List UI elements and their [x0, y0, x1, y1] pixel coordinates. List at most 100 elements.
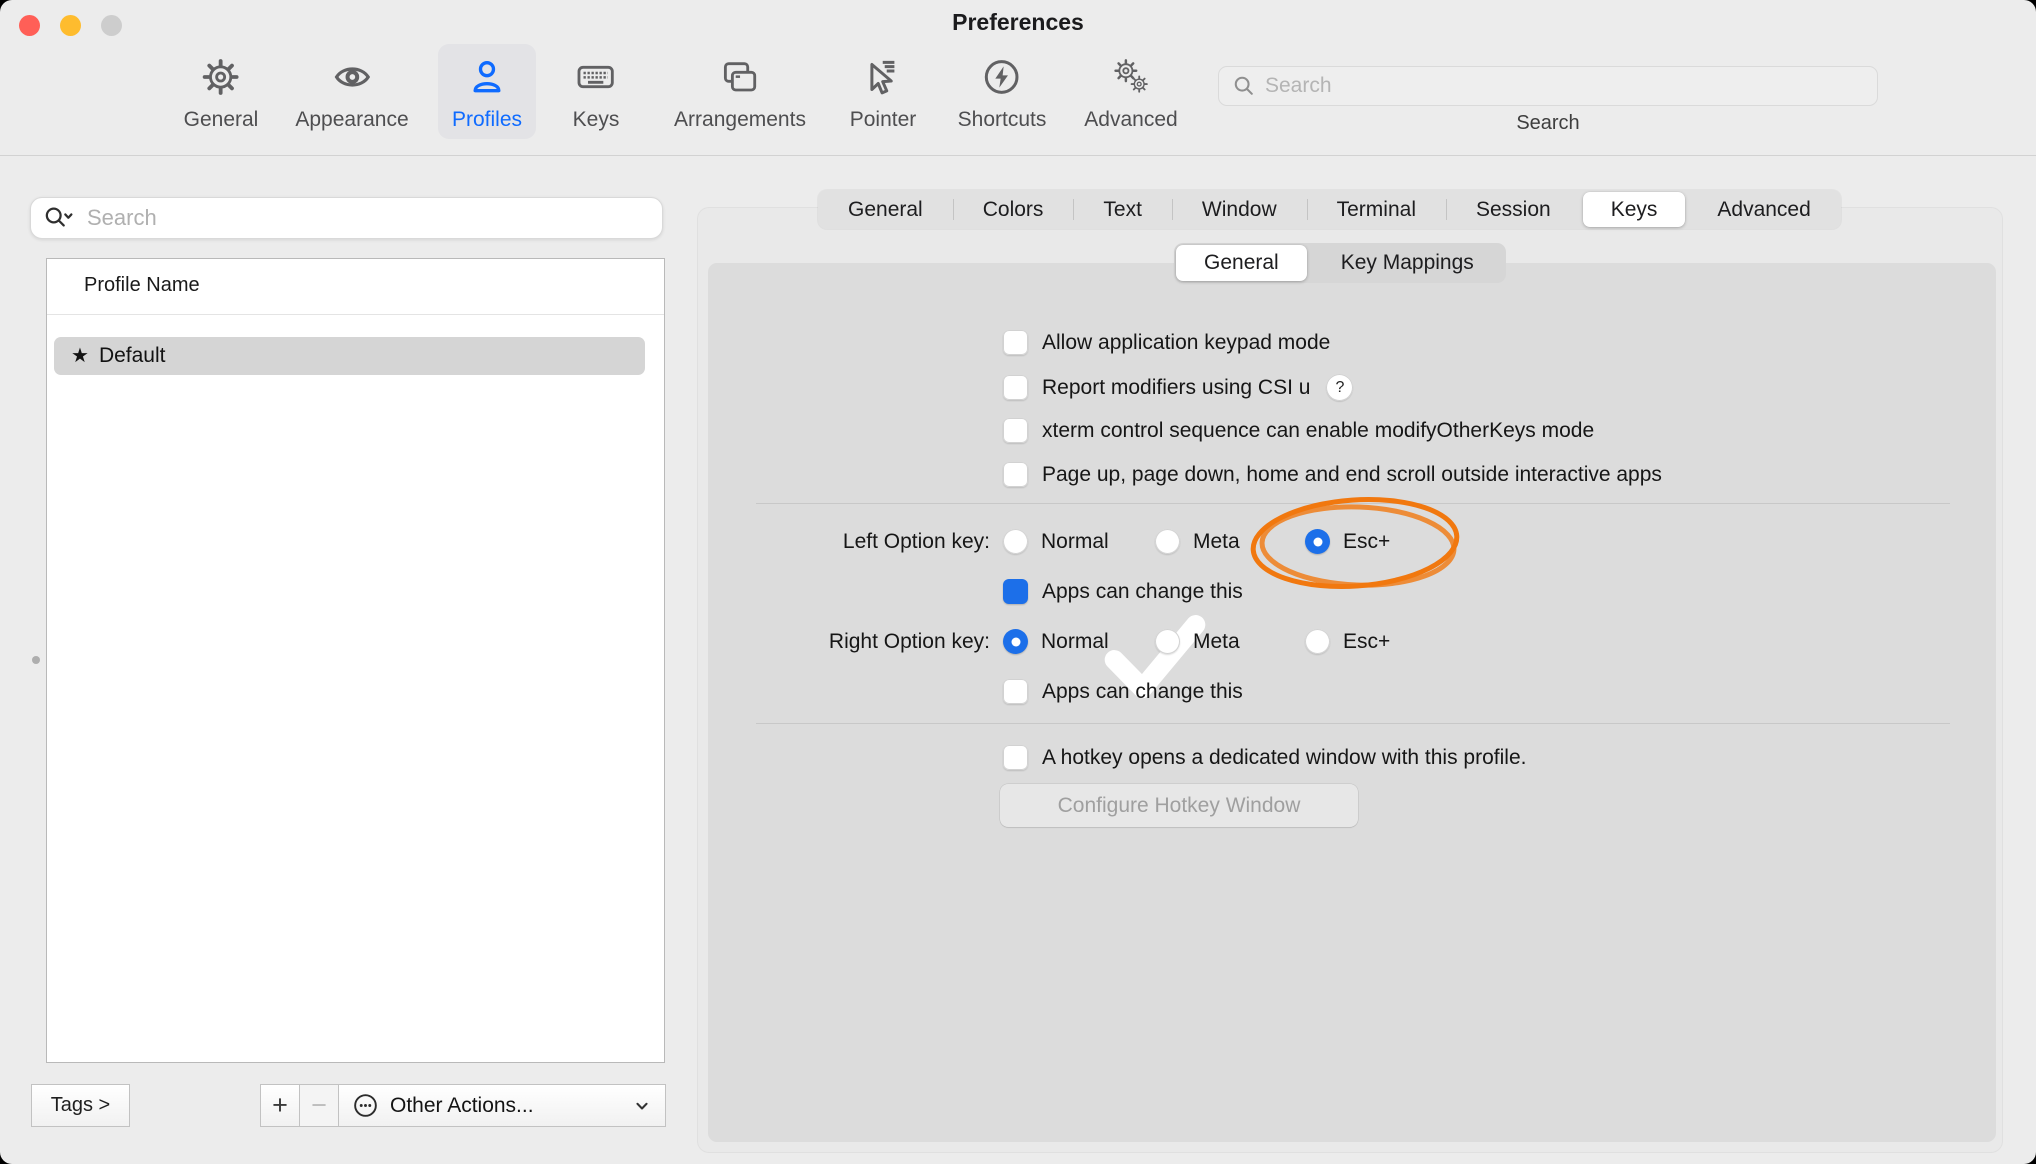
radio-left-option-key-meta[interactable]	[1155, 529, 1180, 554]
toolbar-search-input[interactable]	[1218, 66, 1878, 106]
section-divider	[756, 723, 1950, 724]
help-button[interactable]: ?	[1326, 374, 1353, 401]
toolbar-item-label: Shortcuts	[958, 109, 1047, 130]
radio-option: Normal	[1003, 529, 1109, 554]
toolbar-item-label: Keys	[573, 109, 620, 130]
radio-label: Normal	[1041, 630, 1109, 654]
radio-right-option-key-meta[interactable]	[1155, 629, 1180, 654]
default-star-icon: ★	[71, 346, 89, 366]
radio-label: Normal	[1041, 530, 1109, 554]
hotkey-checkbox-row: A hotkey opens a dedicated window with t…	[1003, 745, 1526, 770]
profile-list-header: Profile Name	[84, 274, 200, 297]
hotkey-checkbox[interactable]	[1003, 745, 1028, 770]
radio-label: Esc+	[1343, 530, 1390, 554]
apps-can-change-row: Apps can change this	[1003, 579, 1243, 604]
toolbar-item-arrangements[interactable]: Arrangements	[660, 44, 820, 139]
checkbox-label: Report modifiers using CSI u	[1042, 376, 1310, 400]
tab-terminal[interactable]: Terminal	[1307, 190, 1446, 229]
toolbar-item-label: Pointer	[850, 109, 917, 130]
radio-label: Meta	[1193, 630, 1240, 654]
toolbar-item-general[interactable]: General	[170, 44, 273, 139]
gears-icon	[1111, 57, 1151, 97]
tab-text[interactable]: Text	[1073, 190, 1172, 229]
tab-window[interactable]: Window	[1172, 190, 1307, 229]
checkbox-row: xterm control sequence can enable modify…	[1003, 418, 1594, 443]
profile-search-input[interactable]	[30, 197, 663, 239]
radio-left-option-key-esc[interactable]	[1305, 529, 1330, 554]
tab-advanced[interactable]: Advanced	[1687, 190, 1840, 229]
other-actions-label: Other Actions...	[390, 1094, 621, 1118]
radio-right-option-key-esc[interactable]	[1305, 629, 1330, 654]
checkbox-label: xterm control sequence can enable modify…	[1042, 419, 1594, 443]
radio-label: Meta	[1193, 530, 1240, 554]
remove-profile-button[interactable]: −	[299, 1084, 339, 1127]
radio-option: Esc+	[1305, 629, 1390, 654]
toolbar-divider	[0, 155, 2036, 156]
checkbox-page-up-page-down-home-and-end-scroll-outside-interactive-apps[interactable]	[1003, 462, 1028, 487]
toolbar-item-profiles[interactable]: Profiles	[438, 44, 536, 139]
search-scope-icon[interactable]	[43, 205, 75, 232]
toolbar-item-label: Appearance	[295, 109, 408, 130]
checkbox-label: A hotkey opens a dedicated window with t…	[1042, 746, 1526, 770]
toolbar-search	[1218, 66, 1878, 106]
ellipsis-circle-icon	[352, 1092, 379, 1119]
checkbox-row: Page up, page down, home and end scroll …	[1003, 462, 1662, 487]
option-row-label: Left Option key:	[690, 529, 990, 555]
search-icon	[1231, 73, 1257, 99]
person-icon	[467, 57, 507, 97]
other-actions-dropdown[interactable]: Other Actions...	[338, 1084, 666, 1127]
subtab-general[interactable]: General	[1176, 245, 1307, 281]
tab-session[interactable]: Session	[1446, 190, 1581, 229]
checkbox-left-option-key-apps-can-change[interactable]	[1003, 579, 1028, 604]
radio-option: Meta	[1155, 629, 1240, 654]
configure-hotkey-window-button[interactable]: Configure Hotkey Window	[1000, 784, 1358, 827]
add-profile-button[interactable]: +	[260, 1084, 300, 1127]
checkbox-report-modifiers-using-csi-u[interactable]	[1003, 375, 1028, 400]
checkbox-xterm-control-sequence-can-enable-modifyotherkeys-mode[interactable]	[1003, 418, 1028, 443]
header-divider	[47, 314, 664, 315]
toolbar-item-label: Advanced	[1084, 109, 1177, 130]
toolbar-item-label: Profiles	[452, 109, 522, 130]
checkbox-right-option-key-apps-can-change[interactable]	[1003, 679, 1028, 704]
splitter-dot	[32, 656, 40, 664]
toolbar-item-advanced[interactable]: Advanced	[1070, 44, 1191, 139]
checkbox-label: Allow application keypad mode	[1042, 331, 1330, 355]
apps-can-change-row: Apps can change this	[1003, 679, 1243, 704]
radio-option: Meta	[1155, 529, 1240, 554]
checkbox-label: Page up, page down, home and end scroll …	[1042, 463, 1662, 487]
toolbar-item-label: Arrangements	[674, 109, 806, 130]
checkbox-row: Allow application keypad mode	[1003, 330, 1330, 355]
preferences-window: Preferences General Appearance Profiles Key…	[0, 0, 2036, 1164]
profile-name: Default	[99, 344, 166, 368]
keys-subtabs: GeneralKey Mappings	[1174, 243, 1506, 283]
option-row-label: Right Option key:	[690, 629, 990, 655]
eye-icon	[332, 57, 372, 97]
tags-button[interactable]: Tags >	[31, 1084, 130, 1127]
toolbar-item-keys[interactable]: Keys	[559, 44, 634, 139]
section-divider	[756, 503, 1950, 504]
tab-keys[interactable]: Keys	[1583, 192, 1686, 227]
toolbar-item-pointer[interactable]: Pointer	[836, 44, 931, 139]
profile-list-panel: Profile Name ★ Default	[46, 258, 665, 1063]
pointer-icon	[863, 57, 903, 97]
window-title: Preferences	[0, 9, 2036, 36]
checkbox-allow-application-keypad-mode[interactable]	[1003, 330, 1028, 355]
toolbar-search-label: Search	[1218, 112, 1878, 135]
radio-left-option-key-normal[interactable]	[1003, 529, 1028, 554]
checkbox-row: Report modifiers using CSI u?	[1003, 374, 1353, 401]
subtab-key-mappings[interactable]: Key Mappings	[1309, 243, 1506, 283]
profile-row-default[interactable]: ★ Default	[54, 337, 645, 375]
keyboard-icon	[576, 57, 616, 97]
tab-general[interactable]: General	[818, 190, 953, 229]
windows-icon	[720, 57, 760, 97]
radio-label: Esc+	[1343, 630, 1390, 654]
radio-right-option-key-normal[interactable]	[1003, 629, 1028, 654]
radio-option: Normal	[1003, 629, 1109, 654]
tab-colors[interactable]: Colors	[953, 190, 1074, 229]
profile-search	[30, 197, 663, 239]
profile-tabs: GeneralColorsTextWindowTerminalSessionKe…	[818, 190, 1841, 229]
checkbox-label: Apps can change this	[1042, 680, 1243, 704]
chevron-down-icon	[632, 1096, 652, 1116]
toolbar-item-shortcuts[interactable]: Shortcuts	[944, 44, 1061, 139]
toolbar-item-appearance[interactable]: Appearance	[281, 44, 422, 139]
